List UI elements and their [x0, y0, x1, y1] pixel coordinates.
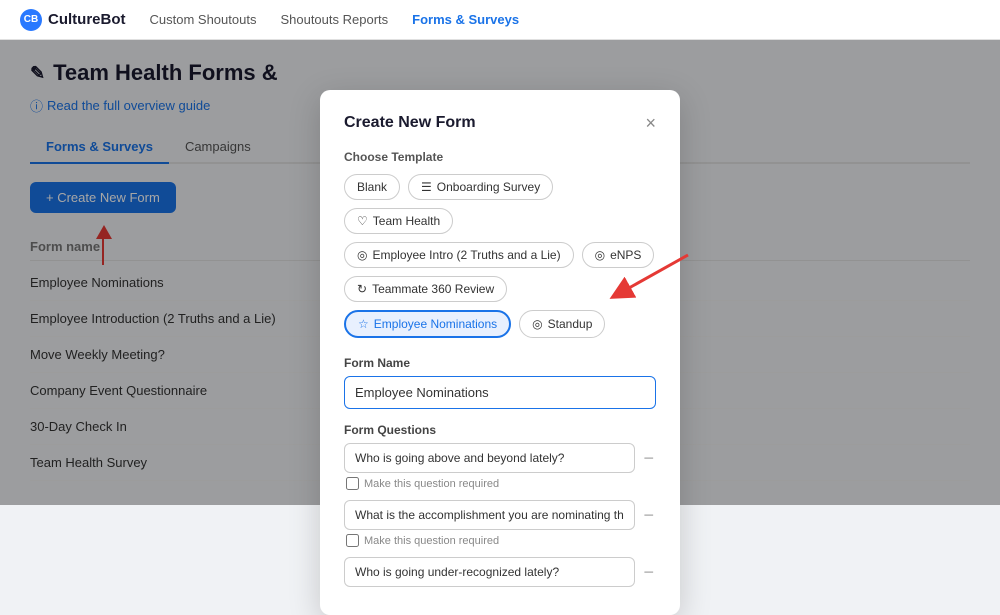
- brand-icon: CB: [20, 9, 42, 31]
- employee-intro-icon: ◎: [357, 248, 367, 262]
- top-navigation: CB CultureBot Custom Shoutouts Shoutouts…: [0, 0, 1000, 40]
- question-row-3: −: [344, 557, 656, 587]
- template-employee-nominations[interactable]: ☆ Employee Nominations: [344, 310, 511, 338]
- template-blank[interactable]: Blank: [344, 174, 400, 200]
- nominations-icon: ☆: [358, 317, 369, 331]
- form-name-input[interactable]: [344, 376, 656, 409]
- remove-question-1[interactable]: −: [641, 449, 656, 467]
- team-health-label: Team Health: [373, 214, 440, 228]
- template-employee-intro[interactable]: ◎ Employee Intro (2 Truths and a Lie): [344, 242, 574, 268]
- standup-icon: ◎: [532, 317, 542, 331]
- form-name-label: Form Name: [344, 356, 656, 370]
- remove-question-2[interactable]: −: [641, 506, 656, 524]
- template-enps[interactable]: ◎ eNPS: [582, 242, 655, 268]
- main-content: ✎ Team Health Forms & ⓘ Read the full ov…: [0, 40, 1000, 505]
- standup-label: Standup: [548, 317, 593, 331]
- required-label-2: Make this question required: [364, 535, 499, 547]
- choose-template-label: Choose Template: [344, 150, 656, 164]
- required-checkbox-2[interactable]: [346, 534, 359, 547]
- nav-forms-surveys[interactable]: Forms & Surveys: [412, 12, 519, 27]
- employee-intro-label: Employee Intro (2 Truths and a Lie): [372, 248, 560, 262]
- required-check-2: Make this question required: [346, 534, 656, 547]
- required-label-1: Make this question required: [364, 478, 499, 490]
- modal-close-button[interactable]: ×: [645, 114, 656, 132]
- team-health-icon: ♡: [357, 214, 368, 228]
- onboarding-icon: ☰: [421, 180, 432, 194]
- required-check-1: Make this question required: [346, 477, 656, 490]
- required-checkbox-1[interactable]: [346, 477, 359, 490]
- nav-custom-shoutouts[interactable]: Custom Shoutouts: [150, 12, 257, 27]
- nav-shoutouts-reports[interactable]: Shoutouts Reports: [280, 12, 388, 27]
- blank-label: Blank: [357, 180, 387, 194]
- onboarding-label: Onboarding Survey: [437, 180, 540, 194]
- question-row-1: −: [344, 443, 656, 473]
- modal-header: Create New Form ×: [344, 114, 656, 132]
- form-questions-label: Form Questions: [344, 423, 656, 437]
- remove-question-3[interactable]: −: [641, 563, 656, 581]
- brand-logo: CB CultureBot: [20, 9, 126, 31]
- enps-label: eNPS: [610, 248, 641, 262]
- template-grid: Blank ☰ Onboarding Survey ♡ Team Health …: [344, 174, 656, 338]
- template-teammate-360[interactable]: ↻ Teammate 360 Review: [344, 276, 507, 302]
- template-standup[interactable]: ◎ Standup: [519, 310, 605, 338]
- template-onboarding[interactable]: ☰ Onboarding Survey: [408, 174, 553, 200]
- template-team-health[interactable]: ♡ Team Health: [344, 208, 453, 234]
- teammate-360-label: Teammate 360 Review: [372, 282, 494, 296]
- create-form-modal: Create New Form × Choose Template Blank …: [320, 90, 680, 615]
- enps-icon: ◎: [595, 248, 605, 262]
- teammate-360-icon: ↻: [357, 282, 367, 296]
- brand-name: CultureBot: [48, 11, 126, 28]
- modal-title: Create New Form: [344, 114, 476, 132]
- nominations-label: Employee Nominations: [374, 317, 497, 331]
- question-input-3[interactable]: [344, 557, 635, 587]
- question-input-1[interactable]: [344, 443, 635, 473]
